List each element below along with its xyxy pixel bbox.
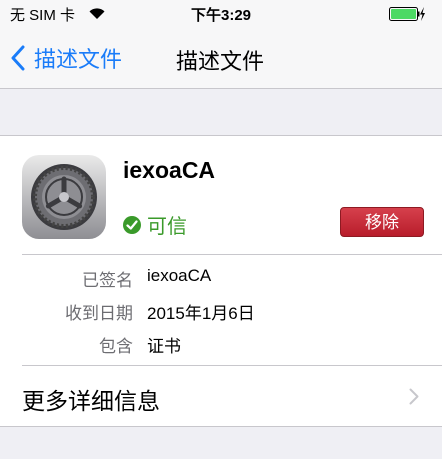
trust-label: 可信 — [147, 216, 187, 238]
detail-value: 证书 — [147, 337, 181, 356]
status-time: 下午3:29 — [190, 7, 252, 24]
profile-name: iexoaCA — [123, 157, 216, 183]
checkmark-circle-icon — [123, 215, 141, 234]
detail-row-received: 收到日期 2015年1月6日 — [0, 299, 442, 323]
profile-card: iexoaCA 可信 移除 已签名 iexoaCA 收到日期 2015年1月6日… — [0, 135, 442, 427]
status-bar: 无 SIM 卡 下午3:29 — [0, 0, 442, 28]
trust-status: 可信 — [123, 210, 187, 239]
detail-label: 包含 — [99, 337, 133, 356]
back-button[interactable]: 描述文件 — [10, 42, 122, 74]
settings-gear-icon — [22, 155, 106, 239]
detail-value: iexoaCA — [147, 266, 212, 285]
detail-value: 2015年1月6日 — [147, 304, 255, 323]
remove-button[interactable]: 移除 — [340, 207, 424, 237]
chevron-right-icon — [409, 388, 419, 405]
chevron-left-icon — [11, 45, 25, 71]
page-title: 描述文件 — [176, 49, 265, 74]
detail-label: 已签名 — [82, 271, 133, 290]
battery-charging-icon — [389, 7, 425, 21]
navigation-bar: 描述文件 描述文件 — [0, 28, 442, 89]
detail-row-signed: 已签名 iexoaCA — [0, 266, 442, 290]
more-details-row[interactable]: 更多详细信息 — [0, 366, 442, 426]
divider — [22, 254, 442, 255]
detail-label: 收到日期 — [65, 304, 133, 323]
more-details-label: 更多详细信息 — [22, 388, 160, 414]
back-button-label: 描述文件 — [34, 47, 123, 72]
detail-row-contains: 包含 证书 — [0, 332, 442, 356]
